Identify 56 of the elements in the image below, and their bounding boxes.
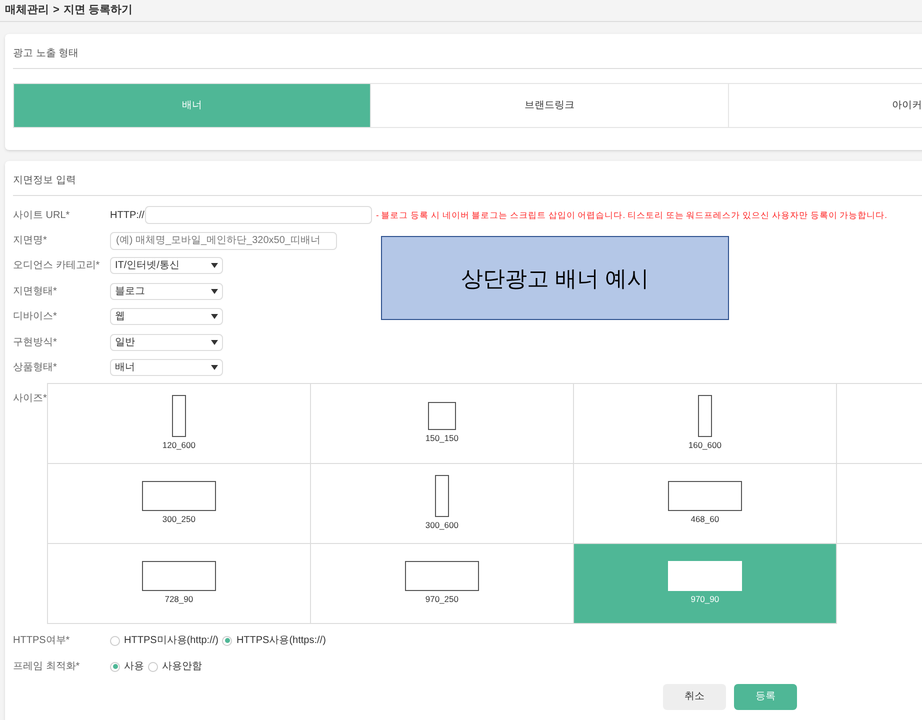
section-title: 지면정보 입력	[13, 175, 76, 186]
size-preview-icon	[668, 480, 742, 511]
cancel-button[interactable]: 취소	[663, 684, 726, 710]
dropdown[interactable]: 배너	[110, 359, 223, 376]
dropdown[interactable]: IT/인터넷/통신	[110, 257, 223, 274]
radio-button[interactable]	[110, 662, 120, 672]
dropdown-caret-icon	[211, 365, 218, 370]
field-label: 상품형태*	[13, 361, 58, 376]
dropdown-caret-icon	[211, 314, 218, 320]
radio-button[interactable]	[148, 662, 158, 672]
radio-button[interactable]	[110, 636, 120, 646]
url-prefix: HTTP://	[110, 208, 145, 222]
size-preview-icon	[404, 560, 479, 591]
field-label: 사이트 URL*	[13, 208, 71, 222]
slot-name-field[interactable]: (예) 매체명_모바일_메인하단_320x50_띠배너	[110, 232, 337, 250]
radio-button[interactable]	[222, 636, 232, 646]
breadcrumb-separator: >	[53, 3, 60, 18]
size-preview-icon	[698, 394, 712, 437]
radio-option[interactable]: HTTPS사용(https://)	[222, 633, 326, 648]
radio-option[interactable]: 사용	[110, 659, 144, 674]
dropdown[interactable]: 블로그	[110, 282, 223, 300]
field-label: 구현방식*	[13, 336, 58, 350]
breadcrumb-link[interactable]: 매체관리	[5, 2, 49, 19]
field-label: HTTPS여부*	[13, 634, 71, 648]
breadcrumb-current: 지면 등록하기	[63, 3, 132, 18]
dropdown[interactable]: 일반	[110, 334, 223, 351]
notice-text: - 블로그 등록 시 네이버 블로그는 스크립트 삽입이 어렵습니다. 티스토리 또는 워드프레스가 있으신 사용자만 등록이 가능합니다.	[376, 208, 887, 222]
banner-example-box: 상단광고 배너 예시	[381, 236, 729, 320]
size-option[interactable]: 150_150	[310, 384, 574, 464]
field-label: 사이즈*	[13, 392, 47, 404]
field-label: 프레임 최적화*	[13, 660, 81, 674]
size-option[interactable]: 970_250	[310, 544, 574, 624]
field-label: 지면명*	[13, 234, 48, 248]
field-label: 지면형태*	[13, 284, 58, 299]
size-option[interactable]: 160_600	[574, 384, 837, 464]
radio-option[interactable]: HTTPS미사용(http://)	[110, 633, 218, 648]
dropdown-caret-icon	[211, 340, 218, 345]
size-preview-icon	[142, 560, 216, 591]
dropdown[interactable]: 웹	[110, 308, 223, 326]
size-option[interactable]: 300_600	[310, 464, 574, 544]
field-label: 오디언스 카테고리*	[13, 259, 101, 274]
size-preview-icon	[142, 480, 216, 511]
section-title: 광고 노출 형태	[13, 48, 79, 59]
size-preview-icon	[172, 394, 186, 437]
size-option[interactable]: 120_600	[48, 384, 311, 464]
size-option[interactable]: 728_90	[48, 544, 311, 624]
field-label: 디바이스*	[13, 310, 58, 324]
radio-option[interactable]: 사용안함	[148, 659, 202, 674]
dropdown-caret-icon	[211, 263, 218, 268]
size-preview-icon	[668, 560, 742, 591]
size-preview-icon	[428, 402, 456, 430]
dropdown-caret-icon	[211, 288, 218, 294]
size-option[interactable]: 300_250	[48, 464, 311, 544]
size-option[interactable]: 468_60	[574, 464, 837, 544]
url-input-field[interactable]	[145, 206, 372, 224]
size-preview-icon	[434, 474, 449, 517]
